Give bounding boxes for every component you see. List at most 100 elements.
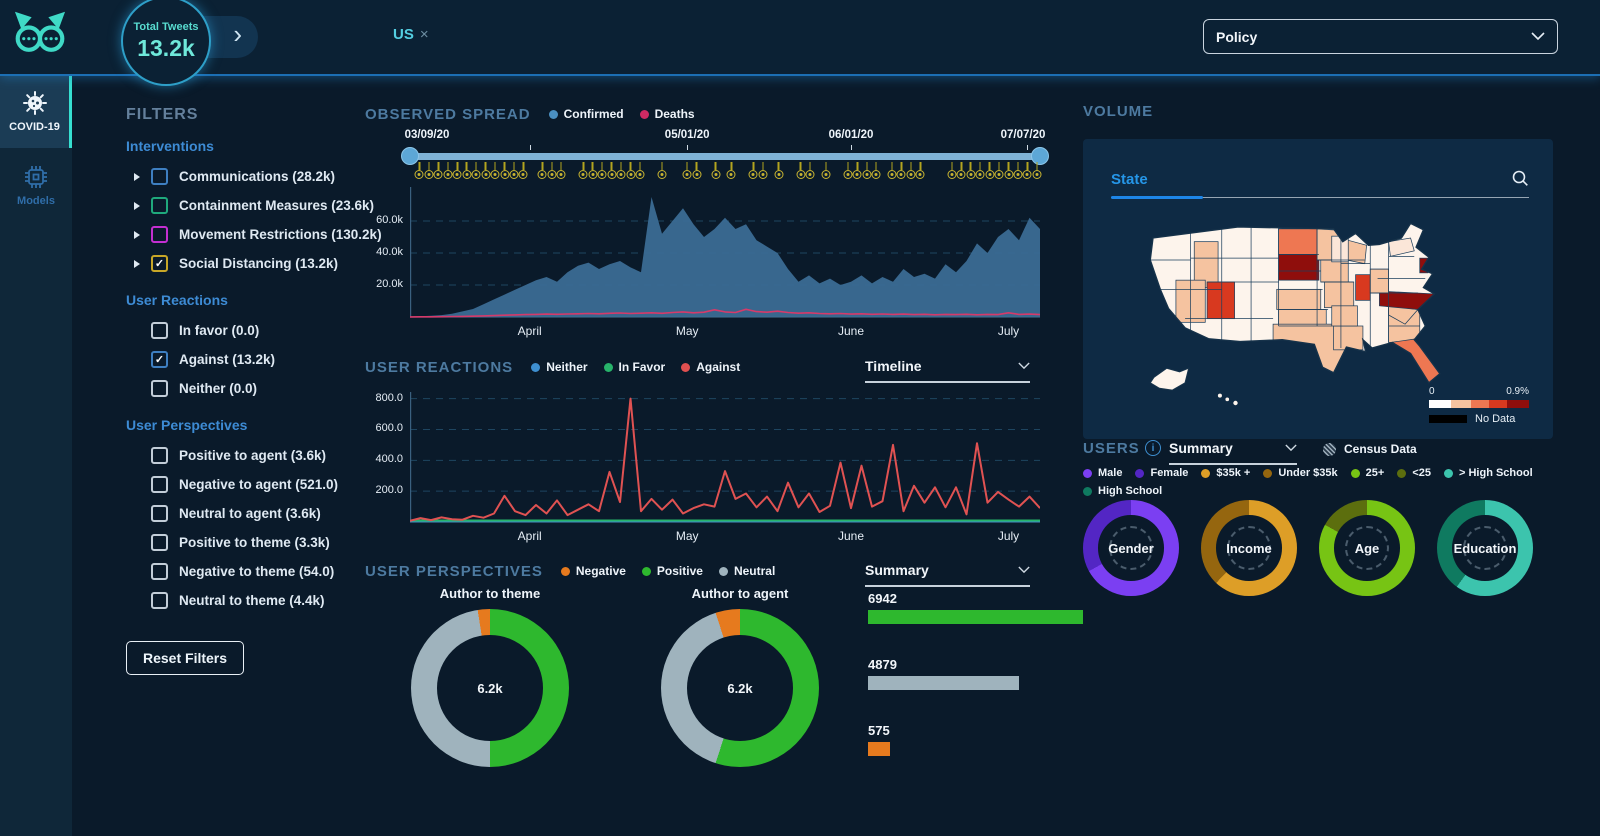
info-icon[interactable]: i [1145,440,1161,456]
map-state-ia[interactable] [1320,259,1349,283]
timeline-event-marker[interactable] [424,162,434,179]
filter-item-row[interactable]: Negative to theme (54.0) [126,557,366,586]
timeline-event-marker[interactable] [774,162,784,179]
timeline-event-marker[interactable] [1032,162,1042,179]
filter-checkbox[interactable] [151,380,168,397]
perspectives-view-dropdown[interactable]: Summary [865,562,1030,587]
filter-item-row[interactable]: Movement Restrictions (130.2k) [126,220,382,249]
timeline-event-marker[interactable] [887,162,897,179]
filter-checkbox[interactable] [151,592,168,609]
filter-item-row[interactable]: Neither (0.0) [126,374,366,403]
timeline-event-marker[interactable] [481,162,491,179]
filter-item-row[interactable]: ✓ Against (13.2k) [126,345,366,374]
timeline-event-marker[interactable] [607,162,617,179]
timeline-event-marker[interactable] [1013,162,1023,179]
map-state-ks[interactable] [1276,288,1322,310]
map-state-nc[interactable] [1379,290,1436,310]
filter-checkbox[interactable] [151,563,168,580]
timeline-event-marker[interactable] [500,162,509,179]
timeline-event-marker[interactable] [852,162,862,179]
timeline-event-marker[interactable] [796,162,806,179]
filter-checkbox[interactable] [151,476,168,493]
map-state-hi[interactable] [1233,400,1238,406]
filter-checkbox[interactable] [151,197,168,214]
filter-item-row[interactable]: Containment Measures (23.6k) [126,191,374,220]
filter-checkbox[interactable] [151,226,168,243]
timeline-event-marker[interactable] [1004,162,1013,179]
timeline-event-marker[interactable] [509,162,519,179]
timeline-event-marker[interactable] [443,162,453,179]
filter-checkbox[interactable]: ✓ [151,255,168,272]
timeline-event-marker[interactable] [975,162,985,179]
expand-caret-icon[interactable] [134,201,140,210]
timeline-track[interactable] [401,147,1049,165]
filter-item-row[interactable]: Communications (28.2k) [126,162,366,191]
timeline-event-marker[interactable] [597,162,607,179]
filter-item-row[interactable]: ✓ Social Distancing (13.2k) [126,249,366,278]
timeline-event-marker[interactable] [985,162,995,179]
timeline-event-marker[interactable] [956,162,966,179]
timeline-event-marker[interactable] [966,162,976,179]
timeline-event-marker[interactable] [635,162,645,179]
filter-checkbox[interactable] [151,534,168,551]
filter-item-row[interactable]: In favor (0.0) [126,316,366,345]
timeline-event-marker[interactable] [862,162,872,179]
search-icon[interactable] [1511,169,1529,192]
reset-filters-button[interactable]: Reset Filters [126,641,245,675]
map-state-oh[interactable] [1369,268,1389,294]
chip-close-icon[interactable]: × [420,26,429,43]
filter-item-row[interactable]: Neutral to agent (3.6k) [126,499,366,528]
timeline-event-marker[interactable] [682,162,692,179]
timeline-event-marker[interactable] [547,162,557,179]
map-state-mo[interactable] [1324,281,1355,309]
reactions-view-dropdown[interactable]: Timeline [865,358,1030,383]
timeline-event-marker[interactable] [518,162,528,179]
timeline-event-marker[interactable] [821,162,831,179]
census-data-toggle[interactable]: Census Data [1323,442,1417,456]
timeline-event-marker[interactable] [537,162,547,179]
map-state-ut[interactable] [1206,281,1235,320]
timeline-event-marker[interactable] [433,162,443,179]
timeline-event-marker[interactable] [896,162,906,179]
timeline-event-marker[interactable] [994,162,1004,179]
policy-dropdown[interactable]: Policy [1203,19,1558,54]
timeline-event-marker[interactable] [414,162,424,179]
timeline-event-marker[interactable] [556,162,566,179]
filter-checkbox[interactable] [151,447,168,464]
timeline-event-marker[interactable] [758,162,768,179]
map-state-la[interactable] [1333,325,1364,351]
filter-item-row[interactable]: Neutral to theme (4.4k) [126,586,366,615]
timeline-event-marker[interactable] [657,162,667,179]
map-state-hi[interactable] [1225,397,1230,402]
filter-checkbox[interactable]: ✓ [151,351,168,368]
map-state-nd[interactable] [1278,228,1318,255]
expand-caret-icon[interactable] [134,259,140,268]
timeline-event-marker[interactable] [726,162,736,179]
map-state-ar[interactable] [1331,305,1358,327]
filter-checkbox[interactable] [151,168,168,185]
filter-item-row[interactable]: Positive to agent (3.6k) [126,441,366,470]
expand-caret-icon[interactable] [134,172,140,181]
sidebar-item-models[interactable]: Models [0,148,72,222]
timeline-event-marker[interactable] [915,162,925,179]
timeline-event-marker[interactable] [1022,162,1032,179]
timeline-event-marker[interactable] [471,162,481,179]
filter-checkbox[interactable] [151,322,168,339]
map-state-sd[interactable] [1278,254,1320,281]
timeline-event-marker[interactable] [462,162,472,179]
timeline-event-marker[interactable] [843,162,853,179]
timeline-event-marker[interactable] [578,162,588,179]
timeline-event-marker[interactable] [947,162,957,179]
map-state-in[interactable] [1355,274,1371,301]
alaska-shape[interactable] [1149,367,1190,391]
sidebar-item-covid19[interactable]: COVID-19 [0,74,72,148]
map-state-ok[interactable] [1278,309,1327,327]
filter-chip-us[interactable]: US × [393,26,429,43]
state-search-input[interactable]: State [1111,171,1148,188]
timeline-event-marker[interactable] [452,162,462,179]
filter-item-row[interactable]: Positive to theme (3.3k) [126,528,366,557]
expand-caret-icon[interactable] [134,230,140,239]
timeline-event-marker[interactable] [626,162,635,179]
timeline-event-marker[interactable] [490,162,500,179]
timeline-event-marker[interactable] [588,162,598,179]
